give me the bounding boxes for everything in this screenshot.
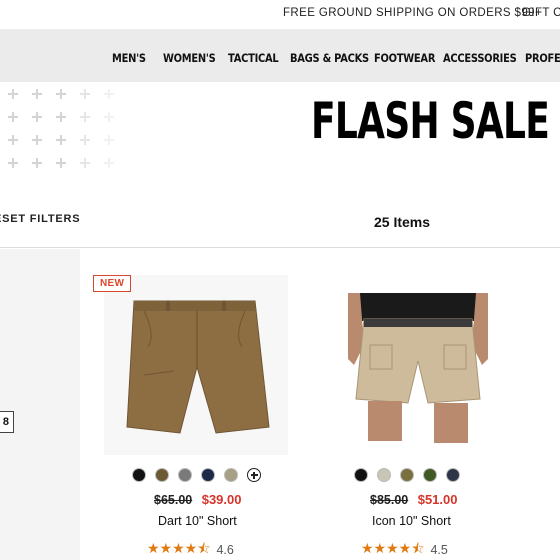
plus-decor-icon [8,112,18,122]
rating: ★★★★⯪ 4.6 [147,538,234,560]
star-rating-icon: ★★★★⯪ [147,540,211,556]
main-nav: MEN'S WOMEN'S TACTICAL BAGS & PACKS FOOT… [0,29,560,82]
price: $65.00 $39.00 [154,492,241,507]
model-wearing-shorts-image [348,293,488,443]
plus-decor-icon [56,135,66,145]
nav-item-womens[interactable]: WOMEN'S [163,51,216,65]
nav-item-professional[interactable]: PROFES [525,51,560,65]
plus-decor-icon [104,158,114,168]
swatch-black[interactable] [132,468,146,482]
rating: ★★★★⯪ 4.5 [361,538,448,560]
plus-decor-icon [56,89,66,99]
sale-price: $39.00 [201,492,242,507]
hero-banner: FLASH SALE [0,82,560,182]
rating-value: 4.5 [430,543,448,557]
swatch-black[interactable] [354,468,368,482]
decorative-plus-pattern [0,82,120,182]
plus-decor-icon [56,112,66,122]
plus-decor-icon [8,158,18,168]
promo-bar: FREE GROUND SHIPPING ON ORDERS $99+ GIFT… [0,0,560,29]
size-filter-chip[interactable]: 8 [0,411,14,433]
color-swatches [354,468,460,484]
plus-decor-icon [8,135,18,145]
product-name-link[interactable]: Icon 10" Short [372,514,451,528]
swatch-green[interactable] [423,468,437,482]
plus-decor-icon [104,135,114,145]
swatch-olive[interactable] [400,468,414,482]
sale-price: $51.00 [417,492,458,507]
plus-circle-icon[interactable] [247,468,261,482]
color-swatches [132,468,261,484]
plus-decor-icon [32,158,42,168]
plus-decor-icon [80,89,90,99]
shipping-promo-text[interactable]: FREE GROUND SHIPPING ON ORDERS $99+ [283,7,542,19]
plus-decor-icon [56,158,66,168]
nav-item-tactical[interactable]: TACTICAL [228,51,279,65]
nav-item-bags-packs[interactable]: BAGS & PACKS [290,51,369,65]
original-price: $65.00 [154,493,193,507]
plus-decor-icon [80,135,90,145]
item-count: 25 Items [374,214,431,230]
product-card[interactable]: NEW $65.00 $39.00 Dart 10" Short ★★★★⯪ 4… [80,249,304,560]
tan-shorts-image [126,300,270,434]
swatch-khaki[interactable] [224,468,238,482]
new-badge: NEW [93,275,132,292]
nav-item-footwear[interactable]: FOOTWEAR [374,51,435,65]
plus-decor-icon [104,112,114,122]
gift-card-link[interactable]: GIFT CA [522,7,560,19]
plus-decor-icon [104,89,114,99]
nav-item-mens[interactable]: MEN'S [112,51,146,65]
swatch-navy[interactable] [201,468,215,482]
swatch-stone[interactable] [377,468,391,482]
plus-decor-icon [32,112,42,122]
nav-item-accessories[interactable]: ACCESSORIES [443,51,517,65]
price: $85.00 $51.00 [370,492,457,507]
swatch-coyote[interactable] [155,468,169,482]
plus-decor-icon [32,135,42,145]
filter-bar: ESET FILTERS 25 Items [0,182,560,248]
plus-decor-icon [80,158,90,168]
plus-decor-icon [80,112,90,122]
filter-sidebar: 8 [0,249,80,560]
product-name-link[interactable]: Dart 10" Short [158,514,237,528]
swatch-navy[interactable] [446,468,460,482]
page-title: FLASH SALE [311,92,550,150]
product-card[interactable]: $85.00 $51.00 Icon 10" Short ★★★★⯪ 4.5 [304,249,560,560]
plus-decor-icon [32,89,42,99]
swatch-grey[interactable] [178,468,192,482]
product-image[interactable] [104,275,288,455]
star-rating-icon: ★★★★⯪ [361,540,425,556]
product-image[interactable] [324,275,544,455]
reset-filters-button[interactable]: ESET FILTERS [0,213,80,225]
rating-value: 4.6 [216,543,234,557]
original-price: $85.00 [370,493,409,507]
plus-decor-icon [8,89,18,99]
